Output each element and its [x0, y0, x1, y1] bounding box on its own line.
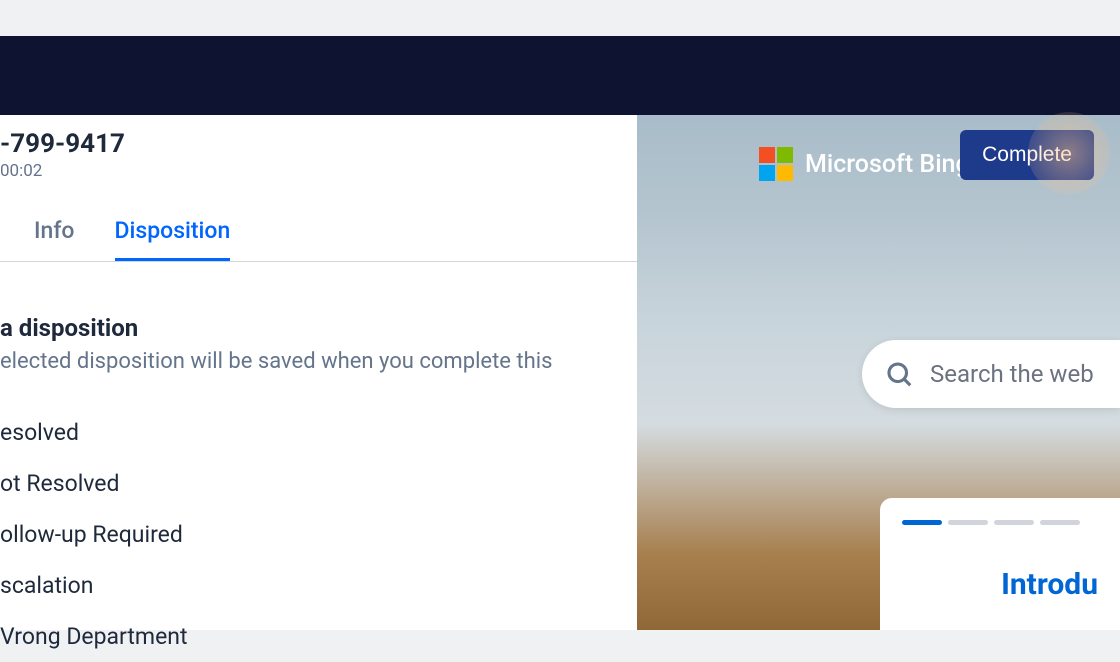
title-bar — [0, 36, 1120, 115]
search-icon — [884, 359, 914, 389]
search-placeholder: Search the web — [930, 360, 1094, 388]
microsoft-bing-logo[interactable]: Microsoft Bing — [759, 147, 970, 181]
info-card: Introdu — [880, 498, 1120, 630]
option-escalation[interactable]: scalation — [0, 560, 637, 611]
phone-number: -799-9417 — [0, 129, 617, 159]
complete-button[interactable]: Complete — [960, 130, 1094, 180]
option-followup[interactable]: ollow-up Required — [0, 509, 637, 560]
call-timer: 00:02 — [0, 161, 617, 181]
tab-disposition[interactable]: Disposition — [115, 217, 231, 261]
microsoft-logo-icon — [759, 147, 793, 181]
tabs-container: Info Disposition — [0, 217, 637, 262]
progress-step — [994, 520, 1034, 525]
progress-indicator — [902, 520, 1098, 525]
bing-brand-text: Microsoft Bing — [805, 150, 970, 179]
progress-step — [1040, 520, 1080, 525]
option-wrong-dept[interactable]: Vrong Department — [0, 611, 637, 662]
bing-panel: Microsoft Bing Chat Search the web — [637, 115, 1120, 630]
search-bar[interactable]: Search the web — [862, 340, 1120, 408]
tab-info[interactable]: Info — [34, 217, 75, 261]
call-header: -799-9417 00:02 — [0, 115, 637, 191]
card-title: Introdu — [902, 567, 1098, 602]
call-panel: -799-9417 00:02 Info Disposition a dispo… — [0, 115, 637, 630]
option-not-resolved[interactable]: ot Resolved — [0, 458, 637, 509]
disposition-description: elected disposition will be saved when y… — [0, 348, 637, 377]
progress-step-active — [902, 520, 942, 525]
disposition-options: esolved ot Resolved ollow-up Required sc… — [0, 407, 637, 662]
disposition-title: a disposition — [0, 314, 637, 342]
main-container: -799-9417 00:02 Info Disposition a dispo… — [0, 115, 1120, 630]
disposition-content: a disposition elected disposition will b… — [0, 262, 637, 662]
top-bar — [0, 0, 1120, 36]
progress-step — [948, 520, 988, 525]
option-resolved[interactable]: esolved — [0, 407, 637, 458]
